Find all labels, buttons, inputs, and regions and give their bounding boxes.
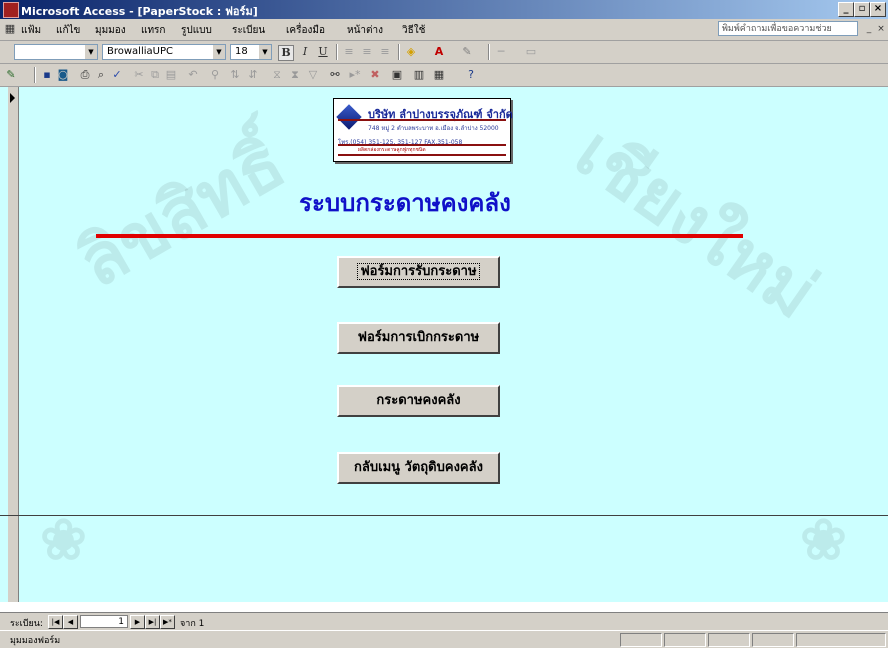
toolbar-separator [488, 44, 490, 60]
object-select[interactable]: ▼ [14, 44, 98, 60]
minimize-button[interactable]: _ [838, 2, 854, 17]
next-record-button[interactable]: ▶ [130, 615, 145, 629]
line-color-icon[interactable]: ✎ [460, 45, 474, 59]
new-record-button[interactable]: ▶* [160, 615, 175, 629]
watermark-seal: ❀ [40, 507, 87, 573]
close-button[interactable]: × [870, 2, 886, 17]
current-record-field[interactable]: 1 [80, 615, 128, 628]
watermark-seal: เชียงใหม่ [560, 110, 833, 335]
company-logo-icon [336, 104, 362, 130]
status-panel [620, 633, 662, 647]
undo-icon[interactable]: ↶ [186, 68, 200, 82]
save-icon[interactable]: ▪ [40, 68, 54, 82]
bold-button[interactable]: B [278, 45, 294, 61]
toolbar-separator [336, 44, 338, 60]
sort-ascending-icon[interactable]: ⇅ [228, 68, 242, 82]
menu-bar: ▦ แฟ้ม แก้ไข มุมมอง แทรก รูปแบบ ระเบียน … [0, 19, 888, 41]
filter-by-form-icon[interactable]: ⧗ [288, 68, 302, 82]
menu-insert[interactable]: แทรก [141, 23, 165, 38]
menu-file[interactable]: แฟ้ม [21, 23, 41, 38]
toolbar-separator [398, 44, 400, 60]
menu-format[interactable]: รูปแบบ [181, 23, 212, 38]
insert-hyperlink-icon[interactable]: ⚲ [208, 68, 222, 82]
sort-descending-icon[interactable]: ⇵ [246, 68, 260, 82]
record-navigation-bar: ระเบียน: |◀ ◀ 1 ▶ ▶| ▶* จาก 1 [0, 612, 888, 631]
menu-view[interactable]: มุมมอง [95, 23, 126, 38]
company-slogan: ผลิตกล่องกระดาษลูกฟูกทุกชนิด [358, 147, 426, 153]
view-icon[interactable]: ✎ [4, 68, 18, 82]
fill-color-icon[interactable]: ◈ [404, 45, 418, 59]
chevron-down-icon: ▼ [259, 45, 271, 59]
first-record-button[interactable]: |◀ [48, 615, 63, 629]
align-right-icon[interactable]: ≡ [378, 45, 392, 59]
database-window-icon[interactable]: ▥ [412, 68, 426, 82]
heading-underline [96, 234, 743, 238]
form-control-icon[interactable]: ▦ [3, 22, 17, 36]
toolbar-separator [34, 67, 36, 83]
company-logo: บริษัท ลำปางบรรจุภัณฑ์ จำกัด 748 หมู่ 2 … [333, 98, 513, 162]
receive-paper-form-button[interactable]: ฟอร์มการรับกระดาษ [337, 256, 500, 288]
paste-icon[interactable]: ▤ [164, 68, 178, 82]
menu-window[interactable]: หน้าต่าง [347, 23, 383, 38]
font-select[interactable]: BrowalliaUPC ▼ [102, 44, 226, 60]
italic-button[interactable]: I [298, 45, 312, 59]
window-title: Microsoft Access - [PaperStock : ฟอร์ม] [21, 5, 258, 18]
title-bar: Microsoft Access - [PaperStock : ฟอร์ม] … [0, 0, 888, 19]
new-object-icon[interactable]: ▦ [432, 68, 446, 82]
chevron-down-icon: ▼ [213, 45, 225, 59]
record-count: จาก 1 [180, 619, 205, 629]
properties-icon[interactable]: ▣ [390, 68, 404, 82]
status-panel [708, 633, 750, 647]
formatting-toolbar: ▼ BrowalliaUPC ▼ 18 ▼ B I U ≡ ≡ ≡ ◈ A ✎ ─ … [0, 41, 888, 64]
chevron-down-icon: ▼ [85, 45, 97, 59]
font-size-select[interactable]: 18 ▼ [230, 44, 272, 60]
line-width-icon[interactable]: ─ [494, 45, 508, 59]
withdraw-paper-form-button[interactable]: ฟอร์มการเบิกกระดาษ [337, 322, 500, 354]
menu-help[interactable]: วิธีใช้ [402, 23, 425, 38]
ask-question-box[interactable]: พิมพ์คำถามเพื่อขอความช่วย [718, 21, 858, 36]
company-address: 748 หมู่ 2 ตำบลพระบาท อ.เมือง จ.ลำปาง 52… [368, 125, 499, 132]
status-panel [664, 633, 706, 647]
access-app-icon[interactable] [3, 2, 19, 18]
apply-filter-icon[interactable]: ▽ [306, 68, 320, 82]
logo-divider [338, 119, 506, 121]
watermark-seal: ❀ [800, 507, 847, 573]
status-bar: มุมมองฟอร์ม [0, 630, 888, 648]
menu-records[interactable]: ระเบียน [232, 23, 265, 38]
form-heading: ระบบกระดาษคงคลัง [299, 188, 511, 217]
help-icon[interactable]: ? [464, 68, 478, 82]
last-record-button[interactable]: ▶| [145, 615, 160, 629]
doc-close-icon[interactable]: × [874, 22, 888, 36]
status-panel [796, 633, 886, 647]
back-to-materials-menu-button[interactable]: กลับเมนู วัตถุดิบคงคลัง [337, 452, 500, 484]
underline-button[interactable]: U [316, 45, 330, 59]
current-record-arrow-icon [10, 93, 15, 103]
print-icon[interactable]: ⎙ [78, 68, 92, 82]
align-left-icon[interactable]: ≡ [342, 45, 356, 59]
find-icon[interactable]: ⚯ [328, 68, 342, 82]
cut-icon[interactable]: ✂ [132, 68, 146, 82]
form-view-toolbar: ✎ ▪ ◙ ⎙ ⌕ ✓ ✂ ⧉ ▤ ↶ ⚲ ⇅ ⇵ ⧖ ⧗ ▽ ⚯ ▸* ✖ ▣… [0, 64, 888, 87]
menu-edit[interactable]: แก้ไข [56, 23, 80, 38]
paper-inventory-button[interactable]: กระดาษคงคลัง [337, 385, 500, 417]
special-effect-icon[interactable]: ▭ [524, 45, 538, 59]
status-text: มุมมองฟอร์ม [10, 636, 61, 646]
new-record-icon[interactable]: ▸* [348, 68, 362, 82]
spelling-icon[interactable]: ✓ [110, 68, 124, 82]
search-web-icon[interactable]: ◙ [56, 68, 70, 82]
form-section-divider [0, 515, 888, 516]
copy-icon[interactable]: ⧉ [148, 68, 162, 82]
menu-tools[interactable]: เครื่องมือ [286, 23, 325, 38]
print-preview-icon[interactable]: ⌕ [94, 68, 108, 82]
delete-record-icon[interactable]: ✖ [368, 68, 382, 82]
status-panel [752, 633, 794, 647]
logo-divider [338, 154, 506, 156]
align-center-icon[interactable]: ≡ [360, 45, 374, 59]
filter-by-selection-icon[interactable]: ⧖ [270, 68, 284, 82]
restore-button[interactable]: ▫ [854, 2, 870, 17]
previous-record-button[interactable]: ◀ [63, 615, 78, 629]
font-color-icon[interactable]: A [432, 45, 446, 59]
record-label: ระเบียน: [10, 619, 43, 629]
record-selector[interactable] [8, 87, 19, 602]
